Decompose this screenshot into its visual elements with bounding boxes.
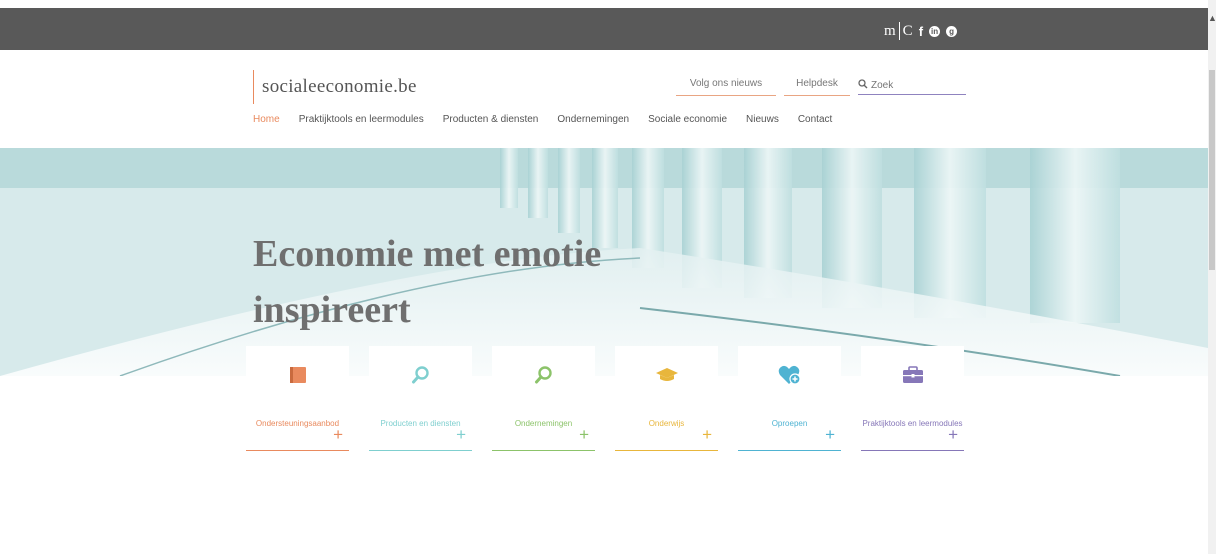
card-oproepen[interactable]: Oproepen +: [738, 346, 841, 451]
card-ondersteuningsaanbod[interactable]: Ondersteuningsaanbod +: [246, 346, 349, 451]
main-nav: Home Praktijktools en leermodules Produc…: [253, 114, 851, 125]
card-producten-diensten[interactable]: Producten en diensten +: [369, 346, 472, 451]
search-box[interactable]: [858, 76, 966, 95]
book-icon: [289, 367, 306, 383]
nav-contact[interactable]: Contact: [798, 114, 832, 125]
topbar-icons: mC f in g: [884, 22, 958, 40]
mc-logo-m: m: [884, 22, 896, 39]
site-logo[interactable]: socialeeconomie.be: [253, 70, 417, 104]
nav-ondernemingen[interactable]: Ondernemingen: [557, 114, 629, 125]
scrollbar-thumb[interactable]: [1209, 70, 1215, 270]
linkedin-icon[interactable]: in: [929, 25, 941, 37]
hero-banner: Economie met emotie inspireert: [0, 148, 1208, 376]
card-ondernemingen[interactable]: Ondernemingen +: [492, 346, 595, 451]
mc-logo-c: C: [902, 22, 913, 39]
plus-icon[interactable]: +: [456, 426, 466, 443]
plus-icon[interactable]: +: [579, 426, 589, 443]
search-icon: [858, 78, 868, 92]
volg-ons-nieuws-link[interactable]: Volg ons nieuws: [676, 78, 776, 96]
nav-home[interactable]: Home: [253, 114, 280, 125]
hero-title: Economie met emotie inspireert: [253, 233, 602, 331]
plus-icon[interactable]: +: [333, 426, 343, 443]
card-onderwijs[interactable]: Onderwijs +: [615, 346, 718, 451]
facebook-icon[interactable]: f: [919, 24, 923, 39]
scrollbar[interactable]: ▲: [1208, 0, 1216, 554]
graduation-cap-icon: [655, 368, 678, 381]
nav-nieuws[interactable]: Nieuws: [746, 114, 779, 125]
plus-icon[interactable]: +: [948, 426, 958, 443]
heart-plus-icon: [778, 365, 801, 385]
briefcase-icon: [902, 366, 923, 383]
search-input[interactable]: [871, 79, 961, 91]
scroll-up-icon[interactable]: ▲: [1208, 14, 1216, 23]
search-icon: [411, 366, 429, 384]
nav-sociale-economie[interactable]: Sociale economie: [648, 114, 727, 125]
google-plus-icon[interactable]: g: [946, 25, 958, 37]
top-bar: mC f in g: [0, 8, 1208, 50]
plus-icon[interactable]: +: [702, 426, 712, 443]
mc-logo[interactable]: mC: [884, 22, 913, 40]
nav-producten-diensten[interactable]: Producten & diensten: [443, 114, 539, 125]
category-cards: Ondersteuningsaanbod + Producten en dien…: [246, 346, 964, 451]
helpdesk-link[interactable]: Helpdesk: [784, 78, 850, 96]
plus-icon[interactable]: +: [825, 426, 835, 443]
card-praktijktools[interactable]: Praktijktools en leermodules +: [861, 346, 964, 451]
search-icon: [534, 366, 552, 384]
nav-praktijktools[interactable]: Praktijktools en leermodules: [299, 114, 424, 125]
